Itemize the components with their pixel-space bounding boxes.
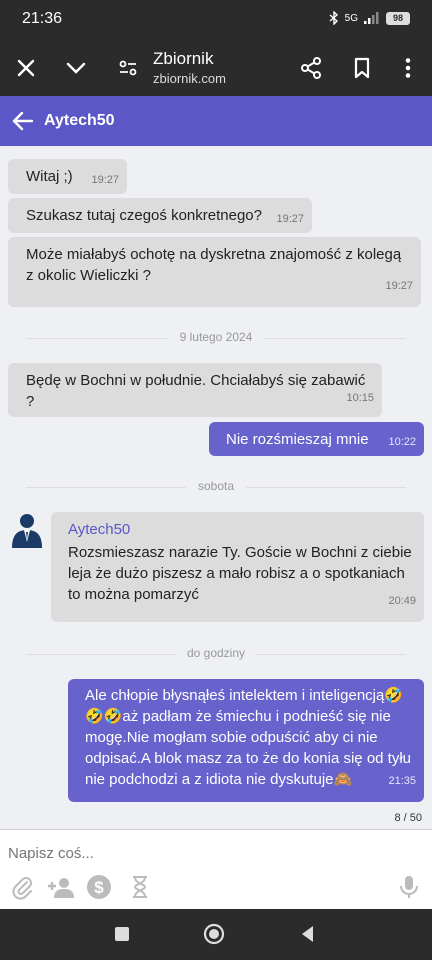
site-url[interactable]: zbiornik.com <box>153 71 226 86</box>
date-separator: 9 lutego 2024 <box>0 330 432 344</box>
home-icon[interactable] <box>203 923 225 945</box>
add-person-icon[interactable] <box>46 874 76 900</box>
message-time: 21:35 <box>388 775 416 787</box>
more-vert-icon[interactable] <box>394 54 422 82</box>
contact-name[interactable]: Aytech50 <box>44 112 115 130</box>
network-label: 5G <box>344 12 358 24</box>
message-bubble-incoming: Szukasz tutaj czegoś konkretnego? 19:27 <box>8 198 312 233</box>
back-arrow-icon[interactable] <box>10 108 36 134</box>
message-bubble-incoming: Może miałabyś ochotę na dyskretna znajom… <box>8 237 421 307</box>
chevron-down-icon[interactable] <box>62 54 90 82</box>
status-bar: 21:36 5G 98 <box>0 0 432 40</box>
system-nav-bar <box>0 909 432 960</box>
microphone-icon[interactable] <box>396 874 422 900</box>
date-separator: sobota <box>0 479 432 493</box>
message-bubble-incoming: Aytech50 Rozsmieszasz narazie Ty. Goście… <box>51 512 424 622</box>
contact-avatar[interactable] <box>8 510 46 548</box>
message-text: Szukasz tutaj czegoś konkretnego? <box>26 207 262 224</box>
message-text: Rozsmieszasz narazie Ty. Goście w Bochni… <box>68 544 412 603</box>
dollar-icon[interactable]: $ <box>86 874 112 900</box>
message-sender[interactable]: Aytech50 <box>68 519 130 540</box>
recents-icon[interactable] <box>111 923 133 945</box>
message-text: Ale chłopie błysnąłeś intelektem i intel… <box>85 687 412 788</box>
message-time: 20:49 <box>388 595 416 607</box>
message-text: Może miałabyś ochotę na dyskretna znajom… <box>26 246 402 284</box>
composer: $ <box>0 829 432 909</box>
attachment-icon[interactable] <box>10 874 36 900</box>
site-title: Zbiornik <box>153 49 214 68</box>
svg-text:$: $ <box>94 878 104 897</box>
site-settings-icon[interactable] <box>114 54 142 82</box>
message-bubble-outgoing: Nie rozśmieszaj mnie 10:22 <box>209 422 424 456</box>
back-icon[interactable] <box>297 923 319 945</box>
char-counter: 8 / 50 <box>394 812 422 824</box>
message-time: 10:22 <box>388 436 416 448</box>
browser-toolbar: Zbiornik zbiornik.com <box>0 40 432 96</box>
message-bubble-incoming: Będę w Bochni w południe. Chciałabyś się… <box>8 363 382 417</box>
hourglass-icon[interactable] <box>127 874 153 900</box>
message-time: 19:27 <box>385 280 413 292</box>
share-icon[interactable] <box>297 54 325 82</box>
signal-icon <box>364 12 379 24</box>
message-bubble-outgoing: Ale chłopie błysnąłeś intelektem i intel… <box>68 679 424 802</box>
message-bubble-incoming: Witaj ;) 19:27 <box>8 159 127 194</box>
message-time: 19:27 <box>91 174 119 186</box>
message-text: Będę w Bochni w południe. Chciałabyś się… <box>26 372 366 410</box>
battery-indicator: 98 <box>386 11 410 25</box>
close-icon[interactable] <box>12 54 40 82</box>
bluetooth-icon <box>329 11 338 25</box>
message-time: 19:27 <box>276 213 304 225</box>
bookmark-icon[interactable] <box>348 54 376 82</box>
message-text: Witaj ;) <box>26 168 73 185</box>
chat-header: Aytech50 <box>0 96 432 146</box>
message-time: 10:15 <box>346 392 374 404</box>
status-time: 21:36 <box>22 10 63 27</box>
message-text: Nie rozśmieszaj mnie <box>226 431 369 448</box>
date-separator: do godziny <box>0 646 432 660</box>
message-input[interactable] <box>8 840 408 866</box>
